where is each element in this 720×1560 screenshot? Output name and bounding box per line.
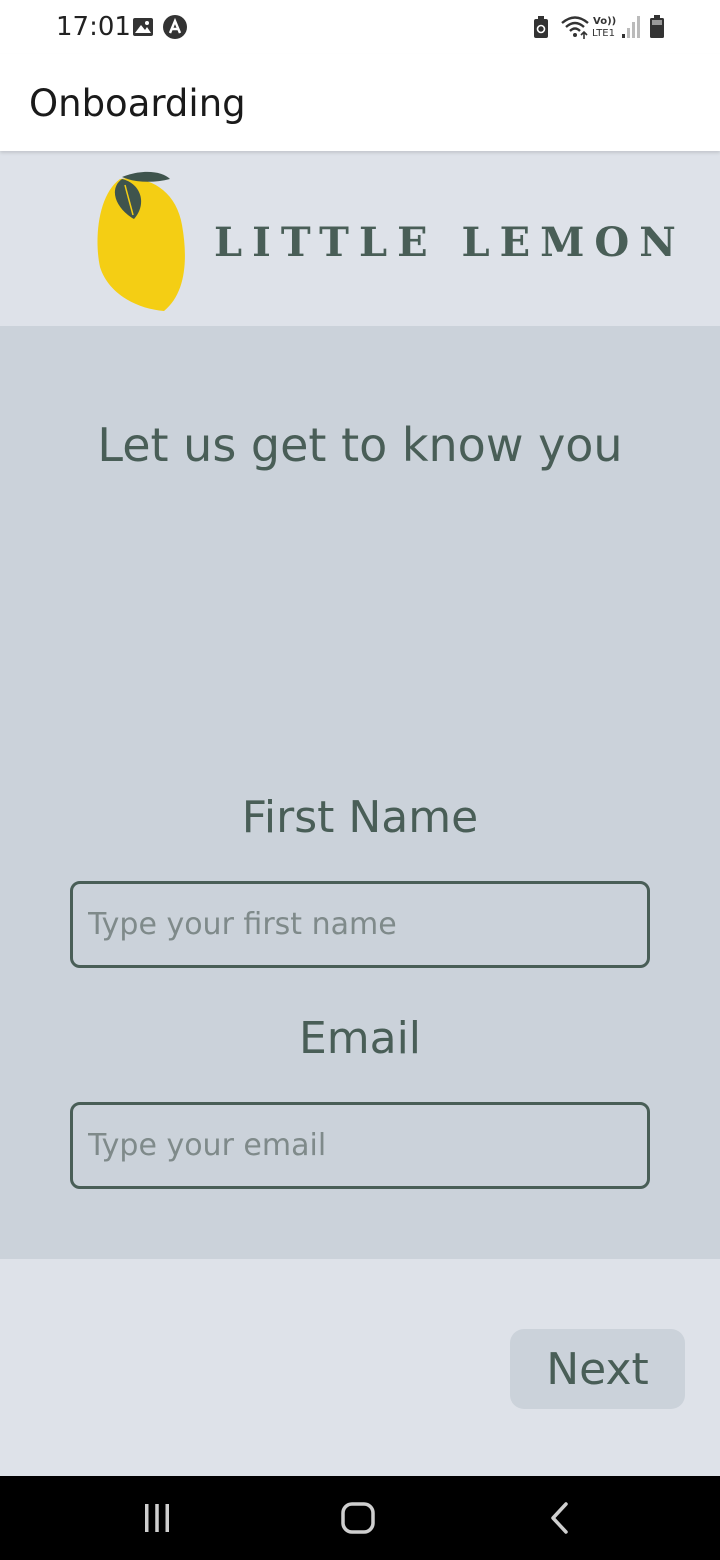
email-input[interactable] (70, 1102, 650, 1189)
app-notification-icon (163, 15, 187, 39)
first-name-input[interactable] (70, 881, 650, 968)
first-name-label: First Name (241, 792, 479, 843)
lemon-logo-icon (97, 171, 185, 311)
battery-saver-icon (534, 16, 548, 38)
page-heading: Let us get to know you (97, 418, 623, 472)
next-button[interactable]: Next (510, 1329, 685, 1409)
volte-icon: Vo)) LTE1 (592, 16, 616, 39)
footer: Next (0, 1259, 720, 1476)
recent-apps-icon[interactable] (137, 1498, 177, 1538)
status-bar: 17:01 Vo)) LTE1 (0, 0, 720, 54)
svg-text:LTE1: LTE1 (592, 28, 615, 39)
header: LITTLE LEMON (0, 151, 720, 326)
wifi-icon (561, 16, 589, 39)
battery-icon (650, 15, 664, 38)
app-bar: Onboarding (0, 54, 720, 151)
svg-text:Vo)): Vo)) (593, 16, 616, 27)
email-label: Email (298, 1013, 422, 1064)
onboarding-form: Let us get to know you First Name Email (0, 326, 720, 1259)
back-icon[interactable] (540, 1498, 580, 1538)
logo-text: LITTLE LEMON (214, 219, 686, 266)
home-icon[interactable] (338, 1498, 378, 1538)
app-bar-title: Onboarding (29, 82, 246, 125)
navigation-bar (0, 1476, 720, 1560)
gallery-icon (133, 18, 153, 36)
signal-icon (622, 16, 640, 38)
status-time: 17:01 (56, 12, 131, 42)
